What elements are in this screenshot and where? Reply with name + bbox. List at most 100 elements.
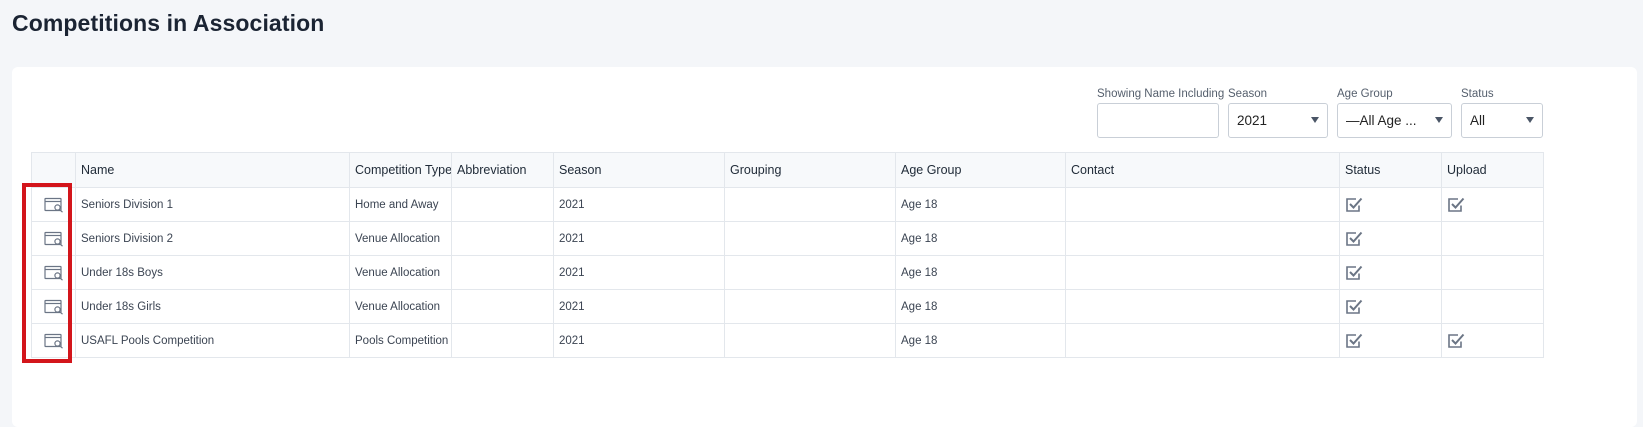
cell-contact — [1065, 255, 1340, 290]
cell-upload — [1441, 187, 1544, 222]
table-body: Seniors Division 1 Home and Away 2021 Age 1… — [31, 187, 1544, 358]
column-header-grouping[interactable]: Grouping — [724, 152, 896, 188]
view-details-icon[interactable] — [33, 197, 75, 213]
checkbox-checked-icon — [1447, 332, 1538, 350]
view-details-icon[interactable] — [33, 333, 75, 349]
cell-upload — [1441, 255, 1544, 290]
age-group-filter-label: Age Group — [1337, 88, 1393, 100]
cell-abbreviation — [451, 323, 554, 358]
cell-name: Under 18s Girls — [75, 289, 350, 324]
cell-abbreviation — [451, 289, 554, 324]
view-cell — [31, 187, 76, 222]
view-cell — [31, 221, 76, 256]
table-row: Under 18s Girls Venue Allocation 2021 Age 1… — [31, 289, 1544, 324]
checkbox-checked-icon — [1345, 298, 1436, 316]
cell-status — [1339, 255, 1442, 290]
chevron-down-icon — [1311, 117, 1319, 123]
chevron-down-icon — [1526, 117, 1534, 123]
view-cell — [31, 289, 76, 324]
name-filter-label: Showing Name Including — [1097, 88, 1225, 100]
column-header-contact[interactable]: Contact — [1065, 152, 1340, 188]
cell-upload — [1441, 221, 1544, 256]
checkbox-checked-icon — [1345, 264, 1436, 282]
cell-competition-type: Pools Competition — [349, 323, 452, 358]
cell-grouping — [724, 323, 896, 358]
cell-abbreviation — [451, 221, 554, 256]
name-search-input[interactable] — [1097, 103, 1219, 138]
season-select-value: 2021 — [1237, 113, 1268, 128]
column-header-view — [31, 152, 76, 188]
status-filter-label: Status — [1461, 88, 1494, 100]
checkbox-checked-icon — [1447, 196, 1538, 214]
season-select[interactable]: 2021 — [1228, 103, 1328, 138]
name-filter: Showing Name Including — [1097, 88, 1224, 138]
cell-grouping — [724, 289, 896, 324]
cell-age-group: Age 18 — [895, 289, 1066, 324]
view-cell — [31, 255, 76, 290]
cell-upload — [1441, 323, 1544, 358]
status-filter: Status All — [1461, 88, 1543, 138]
view-details-icon[interactable] — [33, 299, 75, 315]
column-header-season[interactable]: Season — [553, 152, 725, 188]
filter-bar: Showing Name Including Season 2021 Age G… — [12, 67, 1637, 147]
checkbox-checked-icon — [1345, 196, 1436, 214]
table-row: Seniors Division 2 Venue Allocation 2021 Ag… — [31, 221, 1544, 256]
table-row: Seniors Division 1 Home and Away 2021 Age 1… — [31, 187, 1544, 222]
column-header-age-group[interactable]: Age Group — [895, 152, 1066, 188]
column-header-abbreviation[interactable]: Abbreviation — [451, 152, 554, 188]
cell-age-group: Age 18 — [895, 323, 1066, 358]
cell-abbreviation — [451, 255, 554, 290]
competitions-table: Name Competition Type Abbreviation Seaso… — [31, 152, 1544, 358]
cell-age-group: Age 18 — [895, 187, 1066, 222]
age-group-select-value: —All Age ... — [1346, 113, 1417, 128]
checkbox-checked-icon — [1345, 230, 1436, 248]
cell-name: USAFL Pools Competition — [75, 323, 350, 358]
cell-competition-type: Venue Allocation — [349, 255, 452, 290]
season-filter: Season 2021 — [1228, 88, 1328, 138]
column-header-competition-type[interactable]: Competition Type — [349, 152, 452, 188]
chevron-down-icon — [1435, 117, 1443, 123]
cell-contact — [1065, 221, 1340, 256]
cell-grouping — [724, 187, 896, 222]
cell-status — [1339, 289, 1442, 324]
table-row: Under 18s Boys Venue Allocation 2021 Age 18 — [31, 255, 1544, 290]
cell-season: 2021 — [553, 255, 725, 290]
cell-upload — [1441, 289, 1544, 324]
table-header-row: Name Competition Type Abbreviation Seaso… — [31, 152, 1544, 188]
view-details-icon[interactable] — [33, 231, 75, 247]
cell-competition-type: Home and Away — [349, 187, 452, 222]
cell-status — [1339, 187, 1442, 222]
age-group-filter: Age Group —All Age ... — [1337, 88, 1452, 138]
cell-contact — [1065, 187, 1340, 222]
cell-season: 2021 — [553, 289, 725, 324]
status-select-value: All — [1470, 113, 1486, 128]
cell-status — [1339, 221, 1442, 256]
cell-competition-type: Venue Allocation — [349, 289, 452, 324]
age-group-select[interactable]: —All Age ... — [1337, 103, 1452, 138]
cell-season: 2021 — [553, 187, 725, 222]
column-header-name[interactable]: Name — [75, 152, 350, 188]
cell-season: 2021 — [553, 323, 725, 358]
cell-contact — [1065, 323, 1340, 358]
table-row: USAFL Pools Competition Pools Competition… — [31, 323, 1544, 358]
season-filter-label: Season — [1228, 88, 1268, 100]
cell-grouping — [724, 221, 896, 256]
cell-age-group: Age 18 — [895, 221, 1066, 256]
page-title: Competitions in Association — [12, 10, 325, 36]
table-header: Name Competition Type Abbreviation Seaso… — [31, 152, 1544, 188]
cell-name: Under 18s Boys — [75, 255, 350, 290]
view-details-icon[interactable] — [33, 265, 75, 281]
cell-name: Seniors Division 2 — [75, 221, 350, 256]
cell-name: Seniors Division 1 — [75, 187, 350, 222]
cell-abbreviation — [451, 187, 554, 222]
cell-contact — [1065, 289, 1340, 324]
cell-grouping — [724, 255, 896, 290]
column-header-status[interactable]: Status — [1339, 152, 1442, 188]
cell-status — [1339, 323, 1442, 358]
status-select[interactable]: All — [1461, 103, 1543, 138]
cell-season: 2021 — [553, 221, 725, 256]
checkbox-checked-icon — [1345, 332, 1436, 350]
column-header-upload[interactable]: Upload — [1441, 152, 1544, 188]
view-cell — [31, 323, 76, 358]
cell-age-group: Age 18 — [895, 255, 1066, 290]
